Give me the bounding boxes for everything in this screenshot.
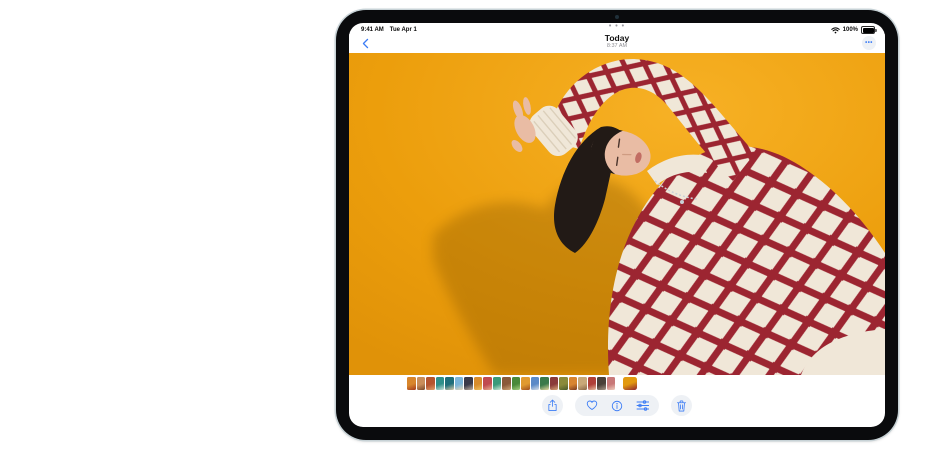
info-icon [611, 400, 623, 412]
info-button[interactable] [610, 399, 624, 413]
filmstrip-thumbnail[interactable] [607, 377, 616, 390]
page-subtitle: 8:37 AM [349, 43, 885, 49]
filmstrip-thumbnail[interactable] [550, 377, 559, 390]
page-title: Today [349, 34, 885, 43]
heart-icon [586, 400, 598, 411]
bottom-toolbar [349, 395, 885, 416]
filmstrip-thumbnail[interactable] [474, 377, 483, 390]
filmstrip-thumbnail[interactable] [493, 377, 502, 390]
adjust-button[interactable] [635, 399, 649, 413]
filmstrip-thumbnail[interactable] [578, 377, 587, 390]
ipad-screen: 9:41 AM Tue Apr 1 100% • • • [349, 23, 885, 427]
filmstrip-thumbnail[interactable] [483, 377, 492, 390]
more-button[interactable]: ••• [862, 36, 876, 50]
filmstrip-thumbnail[interactable] [540, 377, 549, 390]
delete-button[interactable] [671, 395, 692, 416]
filmstrip-thumbnail[interactable] [455, 377, 464, 390]
filmstrip-thumbnail[interactable] [588, 377, 597, 390]
filmstrip-thumbnail[interactable] [417, 377, 426, 390]
filmstrip-thumbnail[interactable] [597, 377, 606, 390]
filmstrip-thumbnail[interactable] [407, 377, 416, 390]
sliders-icon [636, 400, 649, 411]
photo-view[interactable] [349, 53, 885, 375]
filmstrip-thumbnail[interactable] [445, 377, 454, 390]
filmstrip-thumbnail[interactable] [502, 377, 511, 390]
filmstrip-thumbnail[interactable] [426, 377, 435, 390]
filmstrip-thumbnail[interactable] [559, 377, 568, 390]
favorite-button[interactable] [585, 399, 599, 413]
status-time: 9:41 AM [361, 27, 384, 33]
battery-icon [861, 26, 875, 34]
toolbar-pill [575, 395, 659, 416]
nav-bar: Today 8:37 AM ••• [349, 34, 885, 53]
page: 9:41 AM Tue Apr 1 100% • • • [0, 0, 932, 450]
filmstrip-thumbnail-selected[interactable] [623, 377, 637, 390]
filmstrip-thumbnail[interactable] [521, 377, 530, 390]
filmstrip-thumbnail[interactable] [569, 377, 578, 390]
front-camera [615, 15, 619, 19]
filmstrip-thumbnail[interactable] [512, 377, 521, 390]
ipad-device-frame: 9:41 AM Tue Apr 1 100% • • • [336, 10, 898, 440]
necklace-pendant [680, 200, 684, 204]
share-icon [547, 399, 558, 412]
filmstrip-thumbnail[interactable] [436, 377, 445, 390]
battery-percent: 100% [843, 27, 858, 33]
nav-title-group: Today 8:37 AM [349, 34, 885, 49]
filmstrip-thumbnail[interactable] [464, 377, 473, 390]
trash-icon [676, 400, 687, 412]
wifi-icon [831, 27, 840, 34]
share-button[interactable] [542, 395, 563, 416]
multitask-indicator[interactable]: • • • [609, 25, 625, 29]
filmstrip-thumbnail[interactable] [531, 377, 540, 390]
filmstrip-thumbs [407, 377, 637, 390]
status-date: Tue Apr 1 [390, 27, 417, 33]
